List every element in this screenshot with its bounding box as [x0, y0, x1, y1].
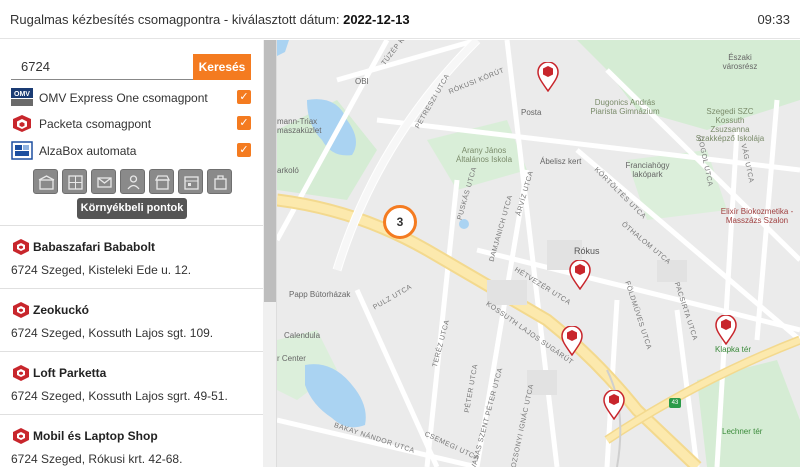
packeta-pin-icon — [13, 365, 29, 381]
place-label: Elixír Biokozmetika - Masszázs Szalon — [720, 207, 794, 225]
point-address: 6724 Szeged, Kossuth Lajos sgrt. 49-51. — [11, 389, 228, 403]
map-pin-icon[interactable] — [715, 315, 737, 345]
place-label: Szegedi SZC Kossuth Zsuzsanna Szakképző … — [695, 107, 765, 143]
place-label: arkoló — [277, 166, 299, 175]
list-item[interactable]: Loft Parketta 6724 Szeged, Kossuth Lajos… — [0, 351, 263, 414]
search-input[interactable] — [11, 54, 193, 80]
place-label: maszaküzlet — [277, 126, 322, 135]
packeta-pin-icon — [13, 428, 29, 444]
place-label: Lechner tér — [722, 427, 763, 436]
packeta-pin-icon — [13, 302, 29, 318]
filter-alzabox[interactable]: AlzaBox automata ✓ — [11, 141, 251, 161]
nearby-points-button[interactable]: Környékbeli pontok — [77, 198, 187, 219]
place-label: Dugonics András Piarista Gimnázium — [590, 98, 660, 116]
clock: 09:33 — [757, 12, 790, 27]
filter-label: OMV Express One csomagpont — [39, 91, 208, 105]
list-item[interactable]: Babaszafari Bababolt 6724 Szeged, Kistel… — [0, 225, 263, 288]
header-bar: Rugalmas kézbesítés csomagpontra - kivál… — [0, 0, 800, 39]
filter-checkbox[interactable]: ✓ — [237, 143, 251, 157]
place-label: Arany János Általános Iskola — [455, 146, 513, 164]
place-label: Posta — [521, 108, 542, 117]
filter-omv[interactable]: OMV OMV Express One csomagpont ✓ — [11, 88, 251, 108]
point-address: 6724 Szeged, Kossuth Lajos sgt. 109. — [11, 326, 214, 340]
map-pin-icon[interactable] — [603, 390, 625, 420]
list-item[interactable]: Mobil és Laptop Shop 6724 Szeged, Rókusi… — [0, 414, 263, 467]
scrollbar-thumb[interactable] — [264, 40, 276, 302]
alzabox-logo-icon — [11, 141, 33, 160]
map-view[interactable]: TÚZÉP KÖZ RÓKUSI KÖRÚT PETRESZI UTCA GOG… — [277, 40, 800, 467]
place-label: Klapka tér — [715, 345, 752, 354]
filter-label: Packeta csomagpont — [39, 117, 152, 131]
search-row: Keresés — [11, 54, 251, 80]
packeta-pin-icon — [13, 239, 29, 255]
place-label: Franciahögy lakópark — [625, 161, 670, 179]
place-label: r Center — [277, 354, 306, 363]
packeta-logo-icon — [13, 115, 31, 132]
filter-label: AlzaBox automata — [39, 144, 137, 158]
map-pin-icon[interactable] — [569, 260, 591, 290]
parcel-shop-icon[interactable] — [33, 169, 58, 194]
place-label: Ábelisz kert — [540, 157, 582, 166]
sidebar-scrollbar[interactable] — [263, 40, 276, 467]
filter-packeta[interactable]: Packeta csomagpont ✓ — [11, 114, 251, 134]
omv-logo-icon: OMV — [11, 88, 33, 106]
title-text: Rugalmas kézbesítés csomagpontra - kivál… — [10, 12, 344, 27]
pickup-point-list: Babaszafari Bababolt 6724 Szeged, Kistel… — [0, 225, 263, 467]
point-name: Zeokuckó — [33, 303, 90, 317]
point-address: 6724 Szeged, Kisteleki Ede u. 12. — [11, 263, 192, 277]
road-number-badge: 43 — [669, 398, 681, 408]
search-button[interactable]: Keresés — [193, 54, 251, 80]
sidebar: Keresés OMV OMV Express One csomagpont ✓… — [0, 40, 277, 467]
point-address: 6724 Szeged, Rókusi krt. 42-68. — [11, 452, 183, 466]
post-office-icon[interactable] — [91, 169, 116, 194]
courier-icon[interactable] — [120, 169, 145, 194]
place-label: Rókus — [574, 246, 600, 256]
point-name: Mobil és Laptop Shop — [33, 429, 158, 443]
cluster-marker[interactable]: 3 — [383, 205, 417, 239]
place-label: mann-Triax — [277, 117, 318, 126]
place-label: Papp Bútorházak — [289, 290, 351, 299]
place-label: Calendula — [284, 331, 321, 340]
list-item[interactable]: Zeokuckó 6724 Szeged, Kossuth Lajos sgt.… — [0, 288, 263, 351]
svg-text:OMV: OMV — [14, 91, 30, 98]
selected-date: 2022-12-13 — [343, 12, 410, 27]
filter-checkbox[interactable]: ✓ — [237, 116, 251, 130]
map-pin-icon[interactable] — [561, 326, 583, 356]
point-name: Babaszafari Bababolt — [33, 240, 156, 254]
page-title: Rugalmas kézbesítés csomagpontra - kivál… — [10, 12, 410, 27]
calendar-box-icon[interactable] — [178, 169, 203, 194]
place-label: Északi városrész — [722, 53, 758, 71]
point-name: Loft Parketta — [33, 366, 107, 380]
store-icon[interactable] — [149, 169, 174, 194]
locker-icon[interactable] — [62, 169, 87, 194]
map-pin-icon[interactable] — [537, 62, 559, 92]
place-label: OBI — [355, 77, 369, 86]
pickup-icon[interactable] — [207, 169, 232, 194]
filter-checkbox[interactable]: ✓ — [237, 90, 251, 104]
map-background — [277, 40, 800, 467]
